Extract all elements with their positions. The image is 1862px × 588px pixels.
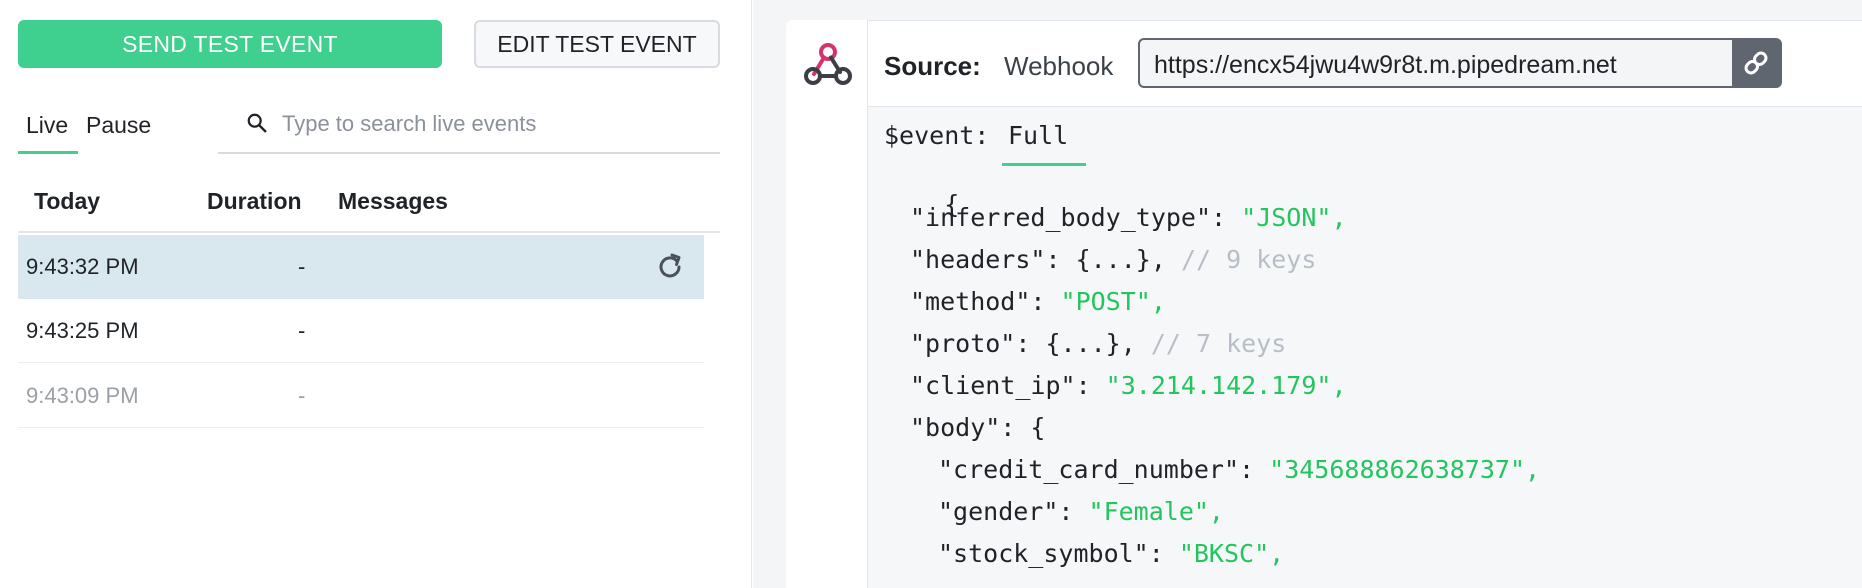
event-duration: - bbox=[298, 383, 306, 408]
event-mode-full[interactable]: Full bbox=[1008, 121, 1068, 150]
webhook-icon bbox=[804, 43, 852, 85]
column-header-duration[interactable]: Duration bbox=[207, 188, 302, 215]
event-mode-indicator bbox=[1002, 163, 1086, 166]
edit-test-event-button[interactable]: EDIT TEST EVENT bbox=[474, 20, 720, 68]
json-line[interactable]: "proto": {...}, // 7 keys bbox=[910, 329, 1286, 358]
endpoint-url[interactable]: https://encx54jwu4w9r8t.m.pipedream.net bbox=[1154, 51, 1617, 80]
event-time: 9:43:09 PM bbox=[26, 383, 139, 408]
column-header-messages[interactable]: Messages bbox=[338, 188, 448, 215]
active-tab-indicator bbox=[18, 151, 78, 154]
tab-pause[interactable]: Pause bbox=[86, 112, 151, 139]
send-test-event-button[interactable]: SEND TEST EVENT bbox=[18, 20, 442, 68]
event-json-viewer: $event: Full { "inferred_body_type": "JS… bbox=[868, 107, 1862, 588]
event-label: $event: bbox=[884, 121, 990, 150]
source-label: Source: bbox=[884, 51, 981, 81]
json-line: "client_ip": "3.214.142.179", bbox=[910, 371, 1347, 400]
event-view-header: $event: Full bbox=[884, 121, 1068, 150]
source-icon-column bbox=[786, 20, 868, 588]
events-panel: SEND TEST EVENT EDIT TEST EVENT Live Pau… bbox=[0, 0, 752, 588]
event-row[interactable]: 9:43:32 PM - bbox=[18, 235, 704, 299]
event-row[interactable]: 9:43:09 PM - bbox=[18, 364, 704, 428]
tab-live[interactable]: Live bbox=[26, 112, 68, 139]
source-bar: Source: Webhook https://encx54jwu4w9r8t.… bbox=[868, 21, 1862, 107]
link-icon bbox=[1744, 51, 1768, 75]
table-header-divider bbox=[18, 231, 720, 233]
json-line: "credit_card_number": "345688862638737", bbox=[938, 455, 1541, 484]
search-icon bbox=[247, 113, 267, 133]
event-duration: - bbox=[298, 254, 306, 279]
json-line: "gender": "Female", bbox=[938, 497, 1224, 526]
json-line[interactable]: "body": { bbox=[910, 413, 1045, 442]
json-line: "stock_symbol": "BKSC", bbox=[938, 539, 1285, 568]
search-bar bbox=[218, 100, 720, 154]
search-input[interactable] bbox=[282, 106, 702, 142]
json-line: "method": "POST", bbox=[910, 287, 1166, 316]
refresh-icon[interactable] bbox=[654, 251, 686, 283]
event-row[interactable]: 9:43:25 PM - bbox=[18, 299, 704, 363]
json-line: "inferred_body_type": "JSON", bbox=[910, 203, 1347, 232]
event-time: 9:43:25 PM bbox=[26, 318, 139, 343]
source-type: Webhook bbox=[1004, 51, 1114, 81]
json-line[interactable]: "headers": {...}, // 9 keys bbox=[910, 245, 1316, 274]
endpoint-url-field[interactable]: https://encx54jwu4w9r8t.m.pipedream.net bbox=[1138, 38, 1782, 88]
copy-link-button[interactable] bbox=[1732, 40, 1780, 86]
event-duration: - bbox=[298, 318, 306, 343]
column-header-today[interactable]: Today bbox=[34, 188, 100, 215]
event-time: 9:43:32 PM bbox=[26, 254, 139, 279]
